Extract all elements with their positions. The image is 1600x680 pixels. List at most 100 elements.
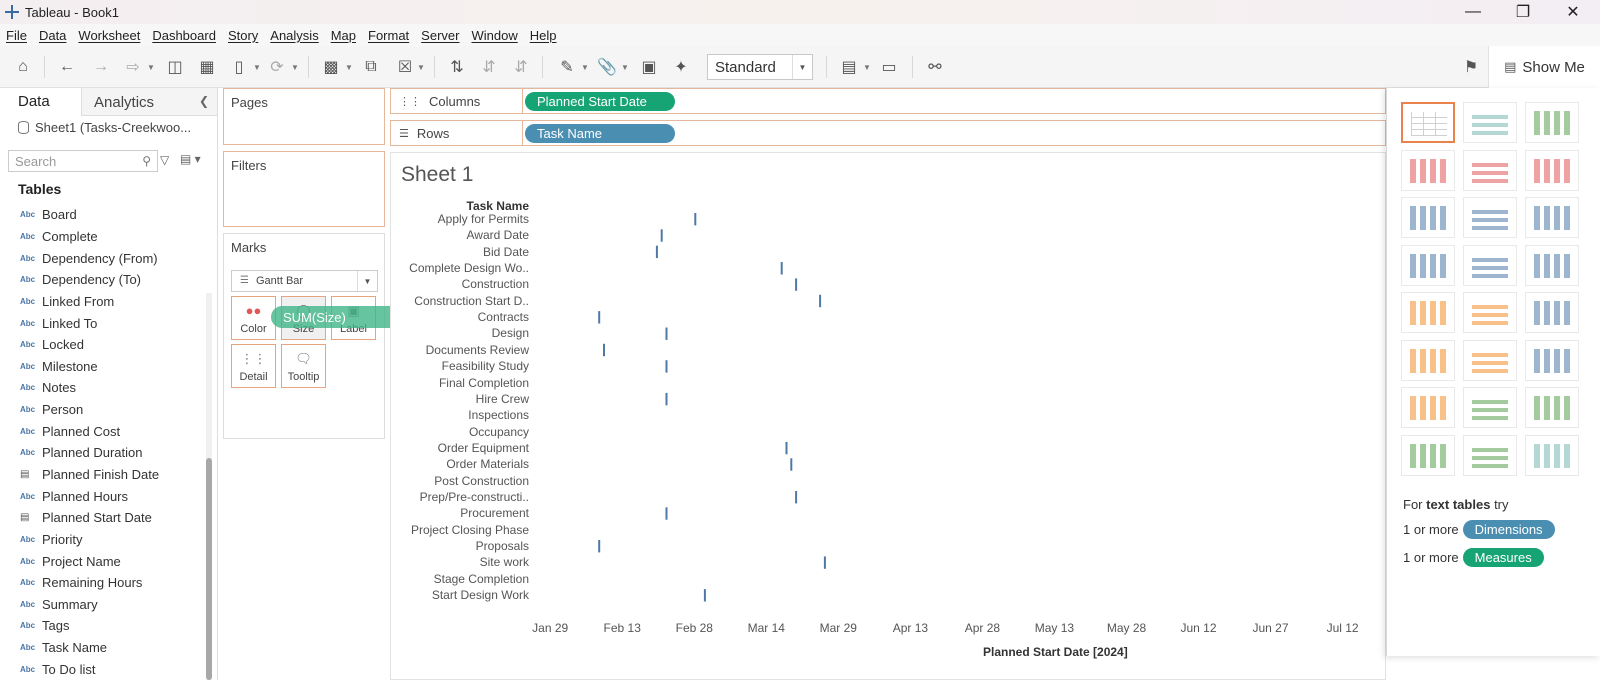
field-item[interactable]: Abc Locked [0,334,205,356]
field-item[interactable]: Abc Notes [0,377,205,399]
dual-lines-icon[interactable] [1525,292,1579,333]
redo-icon[interactable]: → [90,56,112,78]
filters-card[interactable]: Filters [223,151,385,227]
save-icon[interactable]: ◫ [164,56,186,78]
field-item[interactable]: Abc Linked To [0,312,205,334]
field-item[interactable]: Abc Remaining Hours [0,572,205,594]
group-members-icon[interactable]: 📎 [596,56,618,78]
gantt-mark[interactable] [665,327,668,340]
pages-card[interactable]: Pages [223,88,385,145]
group-dropdown-icon[interactable]: ▼ [620,56,630,78]
rows-pill[interactable]: Task Name [525,124,675,143]
gantt-mark[interactable] [819,294,822,308]
menu-dashboard[interactable]: Dashboard [152,28,216,43]
menu-data[interactable]: Data [39,28,66,43]
minimize-icon[interactable]: — [1450,0,1496,24]
gantt-mark[interactable] [665,507,668,520]
circle-views-icon[interactable] [1463,244,1517,286]
search-input[interactable]: Search ⚲ [8,150,158,172]
gantt-mark[interactable] [795,491,798,504]
field-item[interactable]: Abc Person [0,399,205,421]
gantt-mark[interactable] [665,392,668,406]
histogram-icon[interactable] [1463,387,1517,428]
field-item[interactable]: ▤ Planned Finish Date [0,464,205,486]
pause-dropdown-icon[interactable]: ▼ [252,56,262,78]
fit-mode-select[interactable]: Standard ▼ [707,54,813,80]
scrollbar-thumb[interactable] [206,458,212,680]
gantt-mark[interactable] [598,311,601,324]
datasource-item[interactable]: Sheet1 (Tasks-Creekwoo... [18,120,191,135]
pie-chart-icon[interactable] [1525,149,1579,191]
symbol-map-icon[interactable] [1401,149,1455,191]
restore-icon[interactable]: ❐ [1500,0,1546,24]
field-item[interactable]: Abc Dependency (To) [0,269,205,291]
sort-ascending-icon[interactable]: ⇵ [478,56,500,78]
gantt-mark[interactable] [795,278,798,291]
clear-sheet-icon[interactable]: ☒ [394,56,416,78]
field-item[interactable]: Abc Priority [0,529,205,551]
field-item[interactable]: Abc Linked From [0,291,205,313]
field-item[interactable]: Abc Dependency (From) [0,247,205,269]
share-icon[interactable]: ⚯ [924,56,946,78]
tab-data[interactable]: Data [0,88,82,117]
gantt-mark[interactable] [780,262,783,275]
highlight-table-icon[interactable] [1525,102,1579,143]
highlight-dropdown-icon[interactable]: ▼ [580,56,590,78]
dual-combination-icon[interactable] [1525,339,1579,381]
duplicate-sheet-icon[interactable]: ⧉ [360,56,382,78]
lines-discrete-icon[interactable] [1463,292,1517,333]
box-whisker-icon[interactable] [1525,387,1579,428]
replay-icon[interactable]: ⇨ [122,56,144,78]
tooltip-button[interactable]: 🗨 Tooltip [281,344,326,388]
field-item[interactable]: Abc Project Name [0,550,205,572]
gantt-mark[interactable] [598,540,601,553]
show-me-button[interactable]: ▤ Show Me [1488,46,1600,88]
menu-server[interactable]: Server [421,28,459,43]
menu-map[interactable]: Map [331,28,356,43]
field-item[interactable]: Abc Tags [0,615,205,637]
field-item[interactable]: Abc Summary [0,594,205,616]
menu-analysis[interactable]: Analysis [270,28,318,43]
new-worksheet-dropdown-icon[interactable]: ▼ [344,56,354,78]
swap-rows-columns-icon[interactable]: ⇅ [446,56,468,78]
area-discrete-icon[interactable] [1463,339,1517,381]
field-item[interactable]: ▤ Planned Start Date [0,507,205,529]
worksheet-view[interactable]: Sheet 1 Task Name Apply for Permits Award… [390,152,1386,680]
gantt-mark[interactable] [823,556,826,569]
field-item[interactable]: Abc Task Name [0,637,205,659]
side-by-side-bars-icon[interactable] [1525,197,1579,238]
gantt-mark[interactable] [703,589,706,602]
mark-type-select[interactable]: ☰ Gantt Bar ▼ [231,270,378,292]
tab-analytics[interactable]: Analytics [94,88,154,116]
gantt-chart-icon[interactable] [1401,434,1455,476]
scatter-plot-icon[interactable] [1401,387,1455,428]
side-by-side-circles-icon[interactable] [1525,244,1579,286]
bullet-graph-icon[interactable] [1463,434,1517,476]
view-options-icon[interactable]: ▤ ▾ [180,152,201,166]
collapse-pane-icon[interactable]: ❮ [199,94,209,108]
new-worksheet-icon[interactable]: ▩ [320,56,342,78]
field-item[interactable]: Abc Planned Duration [0,442,205,464]
new-datasource-icon[interactable]: ▦ [196,56,218,78]
gantt-mark[interactable] [790,458,793,471]
filled-map-icon[interactable] [1463,149,1517,191]
heat-map-icon[interactable] [1463,102,1517,143]
fix-axes-icon[interactable]: ✦ [670,56,692,78]
field-item[interactable]: Abc Complete [0,226,205,248]
packed-bubbles-icon[interactable] [1525,434,1579,476]
gantt-mark[interactable] [655,245,658,259]
stacked-bars-icon[interactable] [1463,197,1517,238]
home-icon[interactable]: ⌂ [12,56,34,78]
refresh-dropdown-icon[interactable]: ▼ [290,56,300,78]
lines-continuous-icon[interactable] [1401,292,1455,333]
gantt-mark[interactable] [660,229,663,242]
filter-icon[interactable]: ▽ [160,153,169,167]
menu-file[interactable]: File [6,28,27,43]
close-icon[interactable]: ✕ [1550,0,1596,24]
field-item[interactable]: Abc Board [0,204,205,226]
presentation-mode-icon[interactable]: ▭ [878,56,900,78]
refresh-icon[interactable]: ⟳ [266,56,288,78]
gantt-mark[interactable] [785,441,788,455]
clear-dropdown-icon[interactable]: ▼ [416,56,426,78]
horizontal-bars-icon[interactable] [1401,197,1455,238]
